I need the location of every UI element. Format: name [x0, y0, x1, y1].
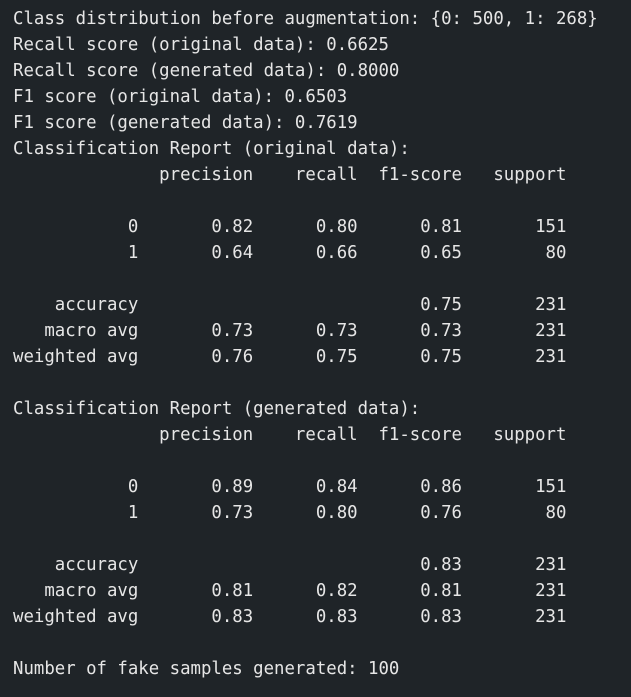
output-line-class-distribution: Class distribution before augmentation: …	[13, 9, 598, 29]
report-generated-weighted-avg: weighted avg 0.83 0.83 0.83 231	[13, 607, 567, 627]
report-original-header: precision recall f1-score support	[13, 165, 567, 185]
report-generated-title: Classification Report (generated data):	[13, 399, 421, 419]
report-generated-row-1: 1 0.73 0.80 0.76 80	[13, 503, 567, 523]
blank-line	[13, 526, 631, 552]
report-original-accuracy: accuracy 0.75 231	[13, 295, 567, 315]
output-line-recall-generated: Recall score (generated data): 0.8000	[13, 61, 400, 81]
report-generated-macro-avg: macro avg 0.81 0.82 0.81 231	[13, 581, 567, 601]
report-generated-header: precision recall f1-score support	[13, 425, 567, 445]
output-line-f1-generated: F1 score (generated data): 0.7619	[13, 113, 358, 133]
report-generated-row-0: 0 0.89 0.84 0.86 151	[13, 477, 567, 497]
output-line-recall-original: Recall score (original data): 0.6625	[13, 35, 389, 55]
report-original-macro-avg: macro avg 0.73 0.73 0.73 231	[13, 321, 567, 341]
blank-line	[13, 630, 631, 656]
cell-output: Class distribution before augmentation: …	[0, 0, 631, 697]
report-generated-accuracy: accuracy 0.83 231	[13, 555, 567, 575]
blank-line	[13, 266, 631, 292]
report-original-weighted-avg: weighted avg 0.76 0.75 0.75 231	[13, 347, 567, 367]
output-line-f1-original: F1 score (original data): 0.6503	[13, 87, 348, 107]
blank-line	[13, 370, 631, 396]
report-original-row-1: 1 0.64 0.66 0.65 80	[13, 243, 567, 263]
report-original-row-0: 0 0.82 0.80 0.81 151	[13, 217, 567, 237]
blank-line	[13, 448, 631, 474]
blank-line	[13, 188, 631, 214]
output-line-fake-samples: Number of fake samples generated: 100	[13, 659, 400, 679]
report-original-title: Classification Report (original data):	[13, 139, 410, 159]
